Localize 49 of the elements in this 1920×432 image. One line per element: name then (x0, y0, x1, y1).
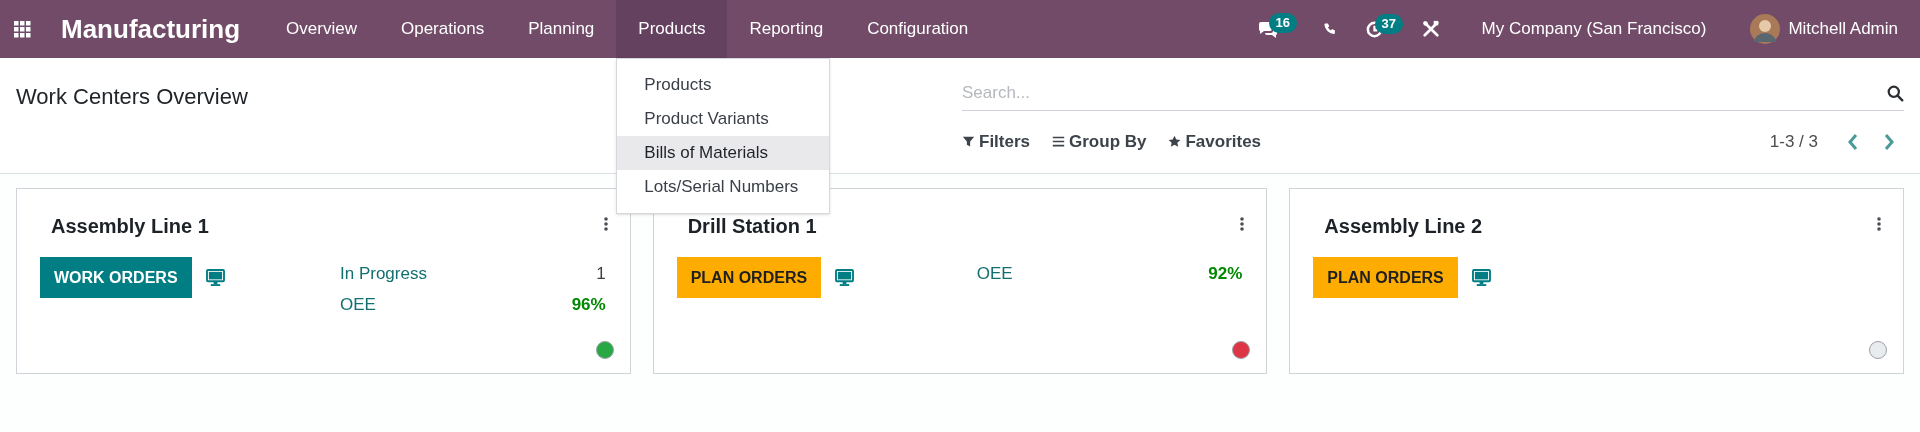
tools-icon[interactable] (1421, 20, 1440, 38)
stat-value: 96% (571, 293, 606, 316)
previous-icon[interactable] (1846, 132, 1860, 151)
work-orders-button[interactable]: PLAN ORDERS (676, 257, 822, 298)
filter-icon (962, 135, 975, 149)
stat-label[interactable]: OEE (976, 261, 1013, 287)
avatar-icon[interactable] (1750, 14, 1781, 44)
user-menu[interactable]: Mitchell Admin (1788, 16, 1898, 42)
more-options-icon[interactable] (1877, 217, 1881, 231)
menu-item[interactable]: Reporting (727, 0, 846, 58)
count-badge: 37 (1374, 13, 1403, 34)
work-orders-button[interactable]: PLAN ORDERS (1313, 257, 1458, 298)
dropdown-item[interactable]: Bills of Materials (617, 136, 830, 170)
search-field[interactable]: Search... (962, 76, 1887, 110)
stat-label[interactable]: In Progress (340, 261, 427, 287)
monitor-icon[interactable] (1471, 269, 1491, 286)
monitor-icon[interactable] (835, 269, 855, 286)
card-title: Assembly Line 2 (1324, 214, 1483, 239)
dropdown-item[interactable]: Lots/Serial Numbers (617, 170, 830, 204)
phone-icon[interactable] (1322, 22, 1337, 36)
star-icon (1168, 135, 1182, 149)
menu-item[interactable]: Planning (506, 0, 617, 58)
apps-menu-icon[interactable] (14, 20, 31, 38)
menu-item[interactable]: Operations (378, 0, 507, 58)
dropdown-item[interactable]: Products (617, 68, 830, 102)
menu-item[interactable]: Products (616, 0, 728, 58)
menu-item[interactable]: Configuration (845, 0, 991, 58)
count-badge: 16 (1268, 13, 1297, 33)
stat-value: 1 (596, 263, 606, 285)
page-title: Work Centers Overview (16, 83, 248, 111)
filter-button[interactable]: Favorites (1168, 129, 1262, 155)
more-options-icon[interactable] (603, 217, 608, 231)
list-icon (1052, 135, 1066, 149)
stat-label[interactable]: OEE (340, 291, 376, 317)
work-orders-button[interactable]: WORK ORDERS (40, 257, 192, 298)
filter-button[interactable]: Group By (1052, 129, 1147, 155)
next-icon[interactable] (1882, 132, 1896, 151)
monitor-icon[interactable] (205, 269, 225, 286)
more-options-icon[interactable] (1240, 217, 1245, 231)
card-title: Drill Station 1 (687, 214, 817, 239)
menu-item[interactable]: Overview (264, 0, 379, 58)
company-switcher[interactable]: My Company (San Francisco) (1481, 16, 1707, 42)
app-name[interactable]: Manufacturing (61, 9, 241, 49)
card-title: Assembly Line 1 (51, 214, 209, 239)
search-icon (1887, 84, 1904, 102)
stat-value: 92% (1208, 263, 1243, 285)
dropdown-item[interactable]: Product Variants (617, 102, 830, 136)
filter-button[interactable]: Filters (962, 129, 1031, 155)
pager-value: 1-3 / 3 (1769, 131, 1818, 153)
